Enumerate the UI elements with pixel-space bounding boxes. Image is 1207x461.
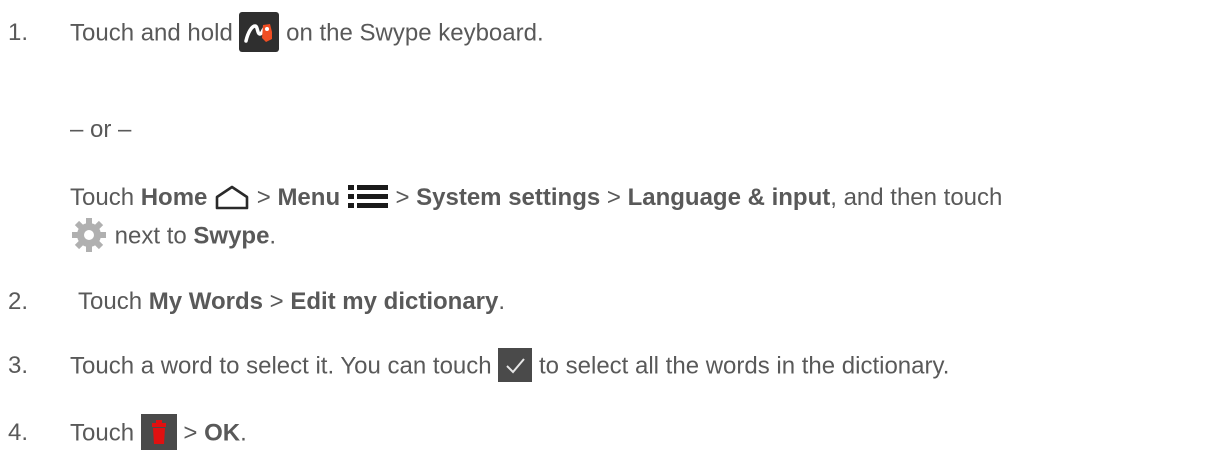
step-number: 4. [8, 419, 29, 447]
separator: > [256, 184, 271, 211]
ok-label: OK [204, 419, 241, 447]
step-1: 1. Touch and hold on the Swype keyboard. [8, 12, 544, 54]
text: next to [114, 222, 187, 250]
text: Touch [78, 288, 143, 315]
swype-label: Swype [193, 222, 270, 250]
language-input-label: Language & input [627, 184, 831, 211]
step-number: 1. [8, 19, 29, 47]
swype-key-icon [239, 12, 280, 52]
step-1-alternative-cont: next to Swype. [70, 218, 276, 256]
text: to select all the words in the dictionar… [538, 352, 950, 380]
step-3: 3. Touch a word to select it. You can tou… [8, 348, 950, 384]
step-4: 4. Touch > OK. [8, 414, 247, 452]
text: , and then touch [830, 184, 1003, 211]
step-number: 3. [8, 352, 29, 380]
text: . [498, 288, 506, 315]
text: Touch [70, 419, 135, 447]
step-text: Touch and hold [70, 19, 233, 47]
separator: > [395, 184, 410, 211]
menu-label: Menu [277, 184, 341, 211]
or-separator: – or – [70, 116, 132, 143]
checkmark-icon [498, 348, 533, 382]
separator: > [606, 184, 621, 211]
separator: > [183, 419, 198, 447]
menu-icon [347, 183, 389, 211]
text: . [269, 222, 277, 250]
home-label: Home [140, 184, 208, 211]
step-2: 2. Touch My Words > Edit my dictionary. [8, 286, 505, 318]
edit-dictionary-label: Edit my dictionary [290, 288, 499, 315]
gear-icon [70, 216, 108, 254]
text: Touch a word to select it. You can touch [70, 352, 492, 380]
step-number: 2. [8, 288, 29, 315]
text: Touch [70, 184, 135, 211]
separator: > [269, 288, 284, 315]
system-settings-label: System settings [416, 184, 601, 211]
text: . [240, 419, 247, 447]
my-words-label: My Words [148, 288, 263, 315]
step-text: on the Swype keyboard. [286, 19, 544, 47]
step-1-alternative: Touch Home > Menu > System settings > La… [70, 182, 1002, 214]
home-icon [214, 184, 250, 210]
trash-icon [140, 414, 177, 450]
